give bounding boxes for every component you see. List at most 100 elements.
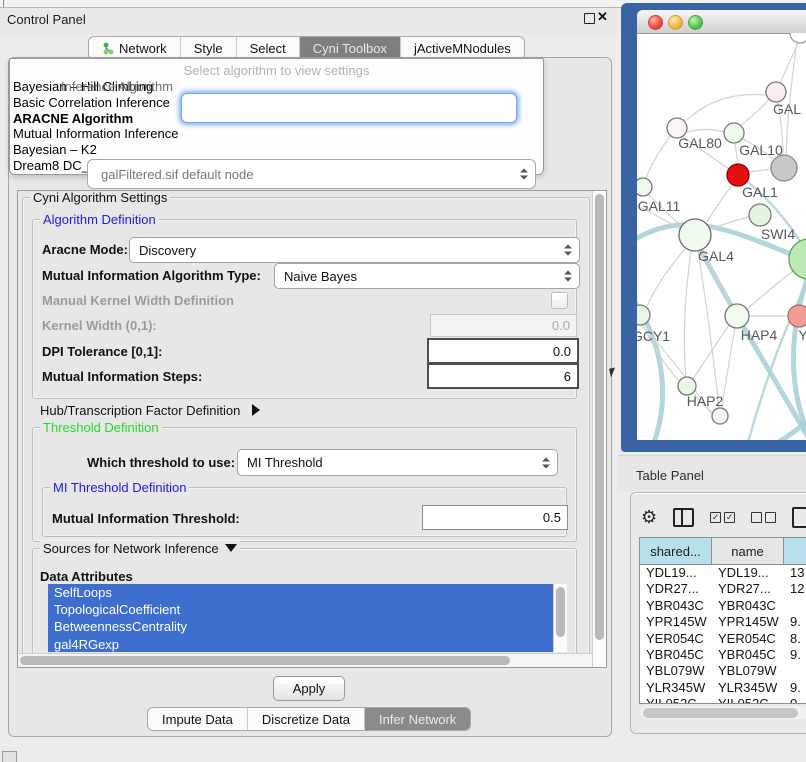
which-threshold-label: Which threshold to use: (87, 455, 235, 470)
node-swi4[interactable] (749, 204, 771, 226)
attributes-scrollbar[interactable] (553, 584, 567, 652)
node-gal4[interactable] (679, 219, 711, 251)
mouse-cursor (609, 367, 617, 377)
table-cell: 9. (784, 614, 806, 630)
table-hscrollbar[interactable] (641, 706, 806, 719)
node-top[interactable] (790, 33, 806, 43)
which-threshold-combo[interactable]: MI Threshold (237, 449, 558, 476)
tab-discretize-data[interactable]: Discretize Data (248, 708, 365, 730)
table-cell: YPR145W (640, 614, 712, 630)
manual-kernel-checkbox[interactable] (551, 292, 568, 309)
node-gal10[interactable] (724, 123, 744, 143)
combo-stepper-icon (564, 271, 571, 282)
float-window-icon[interactable] (584, 13, 595, 24)
sources-group-title[interactable]: Sources for Network Inference (40, 541, 240, 556)
table-row[interactable]: YPR145WYPR145W9. (640, 614, 806, 630)
settings-vscrollbar[interactable] (592, 191, 606, 667)
minimized-panel-icon[interactable] (2, 751, 17, 762)
node-pink2[interactable] (788, 305, 806, 327)
mac-close-button[interactable] (648, 15, 663, 30)
attribute-item[interactable]: gal4RGexp (48, 636, 566, 652)
mi-type-combo[interactable]: Naive Bayes (274, 263, 580, 289)
close-icon[interactable]: ✕ (597, 9, 608, 25)
mac-minimize-button[interactable] (668, 15, 683, 30)
node-bottom[interactable] (712, 408, 728, 424)
unchecked-pair-icon[interactable] (751, 512, 776, 523)
node-big-green[interactable] (789, 239, 806, 279)
dropdown-item[interactable]: Mutual Information Inference (10, 126, 543, 142)
tab-network[interactable]: Network (89, 37, 181, 59)
mi-threshold-field[interactable]: 0.5 (422, 505, 568, 530)
tab-style[interactable]: Style (181, 37, 237, 59)
network-edge (786, 43, 797, 154)
tab-label: Select (250, 41, 286, 56)
table-row[interactable]: YDR27...YDR27...12 (640, 581, 806, 597)
network-edge (711, 217, 749, 229)
tab-impute-data[interactable]: Impute Data (148, 708, 248, 730)
table-cell (784, 598, 806, 614)
network-window-titlebar[interactable] (637, 10, 806, 34)
table-cell: YBR045C (640, 647, 712, 663)
table-row[interactable]: YLR345WYLR345W9. (640, 680, 806, 696)
table-panel-title: Table Panel (636, 468, 704, 483)
table-row[interactable]: YBR045CYBR045C9. (640, 647, 806, 663)
algorithm-combo-behind[interactable] (181, 93, 517, 123)
table-cell: YBL079W (712, 663, 784, 679)
control-panel-titlebar (0, 8, 618, 34)
mac-zoom-button[interactable] (688, 15, 703, 30)
node-gal-pink-label: GAL (773, 101, 801, 117)
table-toolbar: ⚙ ✓✓ (641, 505, 806, 529)
dpi-tolerance-label: DPI Tolerance [0,1]: (42, 344, 162, 359)
network-edge (747, 271, 793, 309)
sources-title-text: Sources for Network Inference (43, 541, 219, 556)
aracne-mode-combo[interactable]: Discovery (129, 237, 580, 263)
table-row[interactable]: YDL19...YDL19...13 (640, 565, 806, 581)
gear-icon[interactable]: ⚙ (641, 508, 657, 526)
column-header[interactable]: A (784, 538, 806, 564)
columns-icon[interactable] (673, 508, 694, 527)
network-edge (646, 135, 671, 178)
node-hap4[interactable] (725, 304, 749, 328)
attribute-item[interactable]: BetweennessCentrality (48, 618, 566, 635)
mi-steps-field[interactable]: 6 (427, 363, 579, 389)
hub-definition-toggle[interactable]: Hub/Transcription Factor Definition (40, 403, 260, 418)
kernel-width-field[interactable]: 0.0 (430, 314, 577, 337)
control-panel-title: Control Panel (7, 12, 86, 27)
dpi-tolerance-field[interactable]: 0.0 (427, 338, 579, 364)
attribute-item[interactable]: SelfLoops (48, 584, 566, 601)
network-edge (647, 249, 685, 306)
tab-cyni-toolbox[interactable]: Cyni Toolbox (300, 37, 401, 59)
table-cell: 12 (784, 581, 806, 597)
table-cell: YBL079W (640, 663, 712, 679)
data-attributes-list[interactable]: SelfLoopsTopologicalCoefficientBetweenne… (48, 584, 566, 652)
network-canvas[interactable]: GALGAL80GAL10GAL1GAL11GAL4SWI4GCY1HAP4YH… (637, 33, 806, 440)
node-gal11[interactable] (637, 178, 652, 196)
node-gcy1-label: GCY1 (637, 328, 670, 344)
column-header[interactable]: name (712, 538, 784, 564)
apply-button[interactable]: Apply (273, 676, 345, 701)
table-data-combo[interactable]: galFiltered.sif default node (87, 159, 536, 189)
tab-infer-network[interactable]: Infer Network (365, 708, 470, 730)
node-red[interactable] (727, 164, 749, 186)
document-icon[interactable] (792, 507, 806, 528)
tab-select[interactable]: Select (237, 37, 300, 59)
table-cell: YDL19... (640, 565, 712, 581)
tab-jactivemnodules[interactable]: jActiveMNodules (401, 37, 524, 59)
settings-hscrollbar[interactable] (18, 653, 593, 667)
manual-kernel-label: Manual Kernel Width Definition (42, 293, 234, 308)
dropdown-item[interactable]: Bayesian – K2 (10, 142, 543, 158)
column-header[interactable]: shared... (640, 538, 712, 564)
table-row[interactable]: YBL079WYBL079W (640, 663, 806, 679)
node-gal-pink[interactable] (766, 82, 786, 102)
table-row[interactable]: YBR043CYBR043C (640, 598, 806, 614)
table-cell: 13 (784, 565, 806, 581)
checked-pair-icon[interactable]: ✓✓ (710, 512, 735, 523)
apply-button-label: Apply (293, 681, 326, 696)
table-row[interactable]: YER054CYER054C8. (640, 631, 806, 647)
table-cell: YIL052C (640, 696, 712, 703)
attribute-item[interactable]: TopologicalCoefficient (48, 601, 566, 618)
table-row[interactable]: YIL052CYIL052C0 (640, 696, 806, 703)
node-gal1[interactable] (771, 155, 797, 181)
kernel-width-label: Kernel Width (0,1): (42, 318, 157, 333)
network-edge (687, 130, 724, 133)
